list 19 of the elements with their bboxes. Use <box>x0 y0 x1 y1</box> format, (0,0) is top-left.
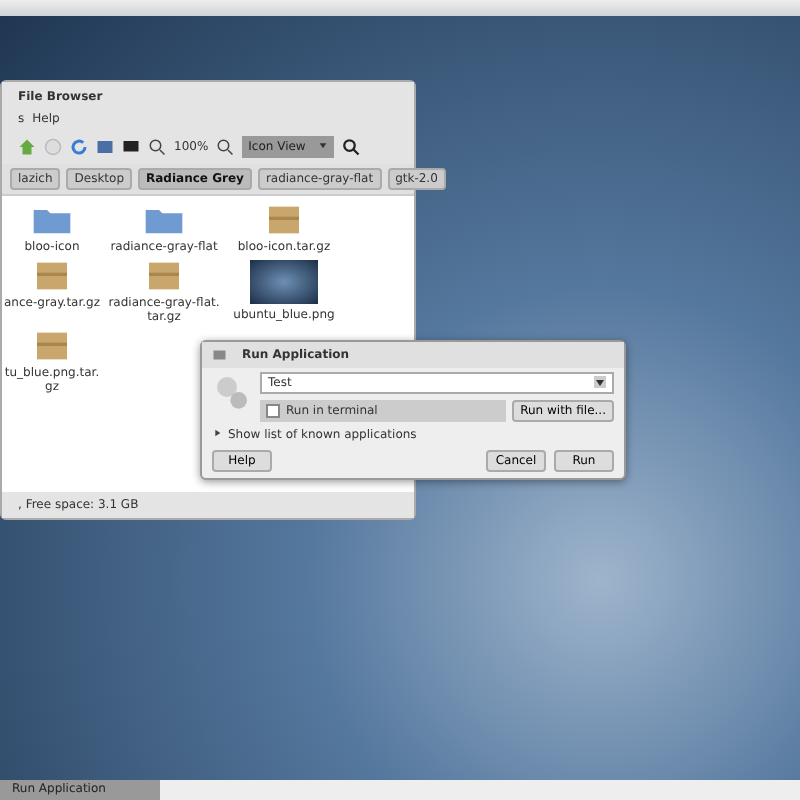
gears-icon <box>212 372 252 412</box>
window-menu-icon[interactable] <box>212 346 230 364</box>
folder-icon[interactable] <box>32 204 72 236</box>
monitor-icon[interactable] <box>122 138 140 156</box>
expander-arrow-icon <box>212 428 222 438</box>
image-thumbnail[interactable] <box>250 260 318 304</box>
zoom-in-icon[interactable] <box>216 138 235 156</box>
reload-icon[interactable] <box>70 138 88 156</box>
package-icon[interactable] <box>264 204 304 236</box>
folder-icon[interactable] <box>144 204 184 236</box>
package-icon[interactable] <box>32 260 72 292</box>
search-icon[interactable] <box>342 138 361 156</box>
caret-icon <box>318 140 329 150</box>
package-icon[interactable] <box>32 330 72 362</box>
caret-icon[interactable] <box>594 376 606 388</box>
zoom-out-icon[interactable] <box>148 138 166 156</box>
home-icon[interactable] <box>18 138 36 156</box>
package-icon[interactable] <box>144 260 184 292</box>
picture-icon[interactable] <box>96 138 114 156</box>
